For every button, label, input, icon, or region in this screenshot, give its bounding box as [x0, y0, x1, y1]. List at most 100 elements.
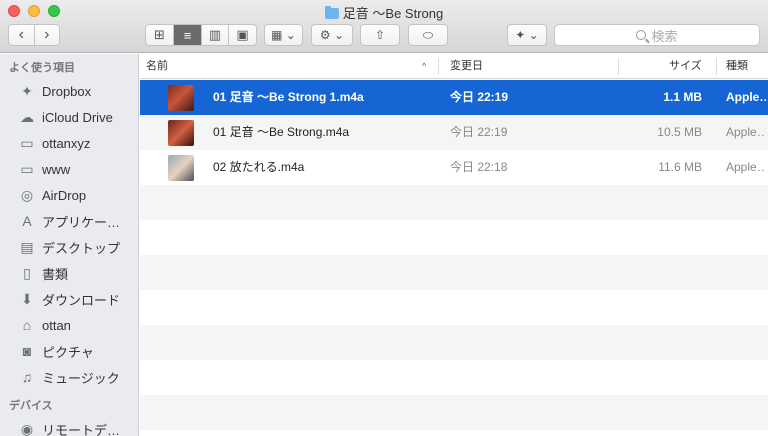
column-view-button[interactable]: ▥ [202, 25, 229, 45]
columns-icon: ▥ [208, 27, 222, 42]
file-row[interactable]: 01 足音 〜Be Strong.m4a 今日 22:19 10.5 MB Apple… [140, 115, 768, 150]
arrange-button[interactable]: ▦ ⌄ [264, 24, 303, 46]
column-header: 名前 ^ 変更日 サイズ 種類 [140, 54, 768, 79]
arrange-icon: ▦ ⌄ [271, 28, 296, 42]
search-field[interactable]: 検索 [554, 24, 760, 46]
empty-row [140, 325, 768, 360]
album-artwork-thumbnail [168, 155, 194, 181]
sidebar-heading-favorites: よく使う項目 [9, 62, 75, 74]
file-name: 02 放たれる.m4a [213, 160, 305, 174]
sidebar-item-label: Dropbox [42, 83, 92, 99]
file-kind: Apple… [726, 90, 766, 104]
sidebar-item-label: ottanxyz [42, 135, 91, 151]
sidebar-item[interactable]: ▯ 書類 [0, 260, 138, 286]
file-size: 10.5 MB [657, 125, 702, 139]
sidebar-item[interactable]: ▭ www [0, 156, 138, 182]
airdrop-icon: ◎ [20, 186, 34, 203]
search-icon [636, 30, 647, 40]
empty-row [140, 395, 768, 430]
applications-icon: A [22, 213, 32, 229]
column-divider[interactable] [716, 58, 717, 75]
sidebar-item[interactable]: ☁ iCloud Drive [0, 104, 138, 130]
file-name: 01 足音 〜Be Strong 1.m4a [213, 90, 364, 104]
file-date: 今日 22:19 [450, 90, 509, 104]
toolbar: 足音 〜Be Strong ‹ › ⊞ ≡ ▥ ▣ ▦ ⌄ ⚙ ⌄ ⇧ ⬭ ✦ … [0, 0, 768, 53]
file-row[interactable]: 02 放たれる.m4a 今日 22:18 11.6 MB Apple… [140, 150, 768, 185]
dropbox-button[interactable]: ✦ ⌄ [507, 24, 547, 46]
empty-row [140, 360, 768, 395]
sidebar-item-label: ottan [42, 317, 71, 333]
column-header-date[interactable]: 変更日 [450, 54, 483, 79]
file-name: 01 足音 〜Be Strong.m4a [213, 125, 350, 139]
forward-button[interactable]: › [35, 25, 60, 45]
sidebar-item-label: アプリケー… [42, 214, 121, 230]
view-mode-buttons: ⊞ ≡ ▥ ▣ [145, 24, 257, 46]
album-artwork-thumbnail [168, 85, 194, 111]
folder-icon [324, 6, 339, 19]
sidebar-item-label: 書類 [42, 266, 69, 282]
cloud-icon: ☁ [20, 108, 34, 125]
list-icon: ≡ [183, 27, 192, 43]
search-placeholder: 検索 [651, 28, 678, 44]
column-divider[interactable] [618, 58, 619, 75]
file-date: 今日 22:18 [450, 160, 508, 174]
empty-row [140, 255, 768, 290]
column-header-kind[interactable]: 種類 [726, 54, 748, 79]
sidebar-item[interactable]: ▭ ottanxyz [0, 130, 138, 156]
chevron-right-icon: › [44, 26, 50, 43]
coverflow-view-button[interactable]: ▣ [229, 25, 256, 45]
sidebar-item[interactable]: A アプリケー… [0, 208, 138, 234]
sidebar-item[interactable]: ▤ デスクトップ [0, 234, 138, 260]
window-title: 足音 〜Be Strong [0, 3, 768, 22]
dropbox-icon: ✦ ⌄ [515, 28, 539, 42]
sort-ascending-icon: ^ [422, 61, 427, 71]
sidebar-item[interactable]: ◉ リモートデ… [0, 416, 138, 436]
empty-row [140, 220, 768, 255]
sidebar-item-label: デスクトップ [42, 240, 121, 256]
sidebar-item[interactable]: ⬇ ダウンロード [0, 286, 138, 312]
home-icon: ⌂ [22, 317, 32, 333]
tags-button[interactable]: ⬭ [408, 24, 448, 46]
file-kind: Apple… [726, 125, 766, 139]
album-artwork-thumbnail [168, 120, 194, 146]
grid-icon: ⊞ [154, 27, 165, 42]
file-rows: 01 足音 〜Be Strong 1.m4a 今日 22:19 1.1 MB Appl… [140, 80, 768, 430]
dropbox-icon: ✦ [21, 82, 33, 99]
tag-icon: ⬭ [422, 27, 434, 42]
list-view-button[interactable]: ≡ [174, 25, 202, 45]
window-title-text: 足音 〜Be Strong [342, 6, 444, 21]
music-icon: ♫ [21, 369, 33, 385]
sidebar-item-label: ダウンロード [42, 292, 121, 308]
share-button[interactable]: ⇧ [360, 24, 400, 46]
sidebar-item[interactable]: ✦ Dropbox [0, 78, 138, 104]
sidebar-item[interactable]: ◙ ピクチャ [0, 338, 138, 364]
documents-icon: ▯ [23, 264, 31, 281]
file-date: 今日 22:19 [450, 125, 508, 139]
finder-window: 足音 〜Be Strong ‹ › ⊞ ≡ ▥ ▣ ▦ ⌄ ⚙ ⌄ ⇧ ⬭ ✦ … [0, 0, 768, 436]
favorites-list: ✦ Dropbox ☁ iCloud Drive ▭ ottanxyz ▭ www ◎ AirDr… [0, 78, 138, 390]
folder-icon: ▭ [20, 134, 34, 151]
sidebar-heading-devices: デバイス [9, 400, 53, 412]
sidebar-item-label: リモートデ… [42, 422, 121, 436]
back-button[interactable]: ‹ [9, 25, 35, 45]
icon-view-button[interactable]: ⊞ [146, 25, 174, 45]
column-divider[interactable] [438, 58, 439, 75]
share-icon: ⇧ [374, 28, 386, 42]
sidebar-item[interactable]: ♫ ミュージック [0, 364, 138, 390]
devices-list: ◉ リモートデ… [0, 416, 138, 436]
sidebar-item-label: www [42, 161, 71, 177]
folder-icon: ▭ [20, 160, 34, 177]
navigation-buttons: ‹ › [8, 24, 60, 46]
action-button[interactable]: ⚙ ⌄ [311, 24, 353, 46]
column-header-name[interactable]: 名前 [146, 54, 168, 79]
coverflow-icon: ▣ [236, 27, 249, 42]
empty-row [140, 185, 768, 220]
column-header-size[interactable]: サイズ [669, 54, 702, 79]
sidebar-item[interactable]: ◎ AirDrop [0, 182, 138, 208]
file-list: 名前 ^ 変更日 サイズ 種類 01 足音 〜Be Strong 1.m4a 今日… [140, 54, 768, 436]
file-row[interactable]: 01 足音 〜Be Strong 1.m4a 今日 22:19 1.1 MB Appl… [140, 80, 768, 115]
file-size: 11.6 MB [658, 160, 702, 174]
sidebar-item[interactable]: ⌂ ottan [0, 312, 138, 338]
downloads-icon: ⬇ [21, 290, 33, 307]
sidebar-item-label: ピクチャ [42, 344, 94, 360]
